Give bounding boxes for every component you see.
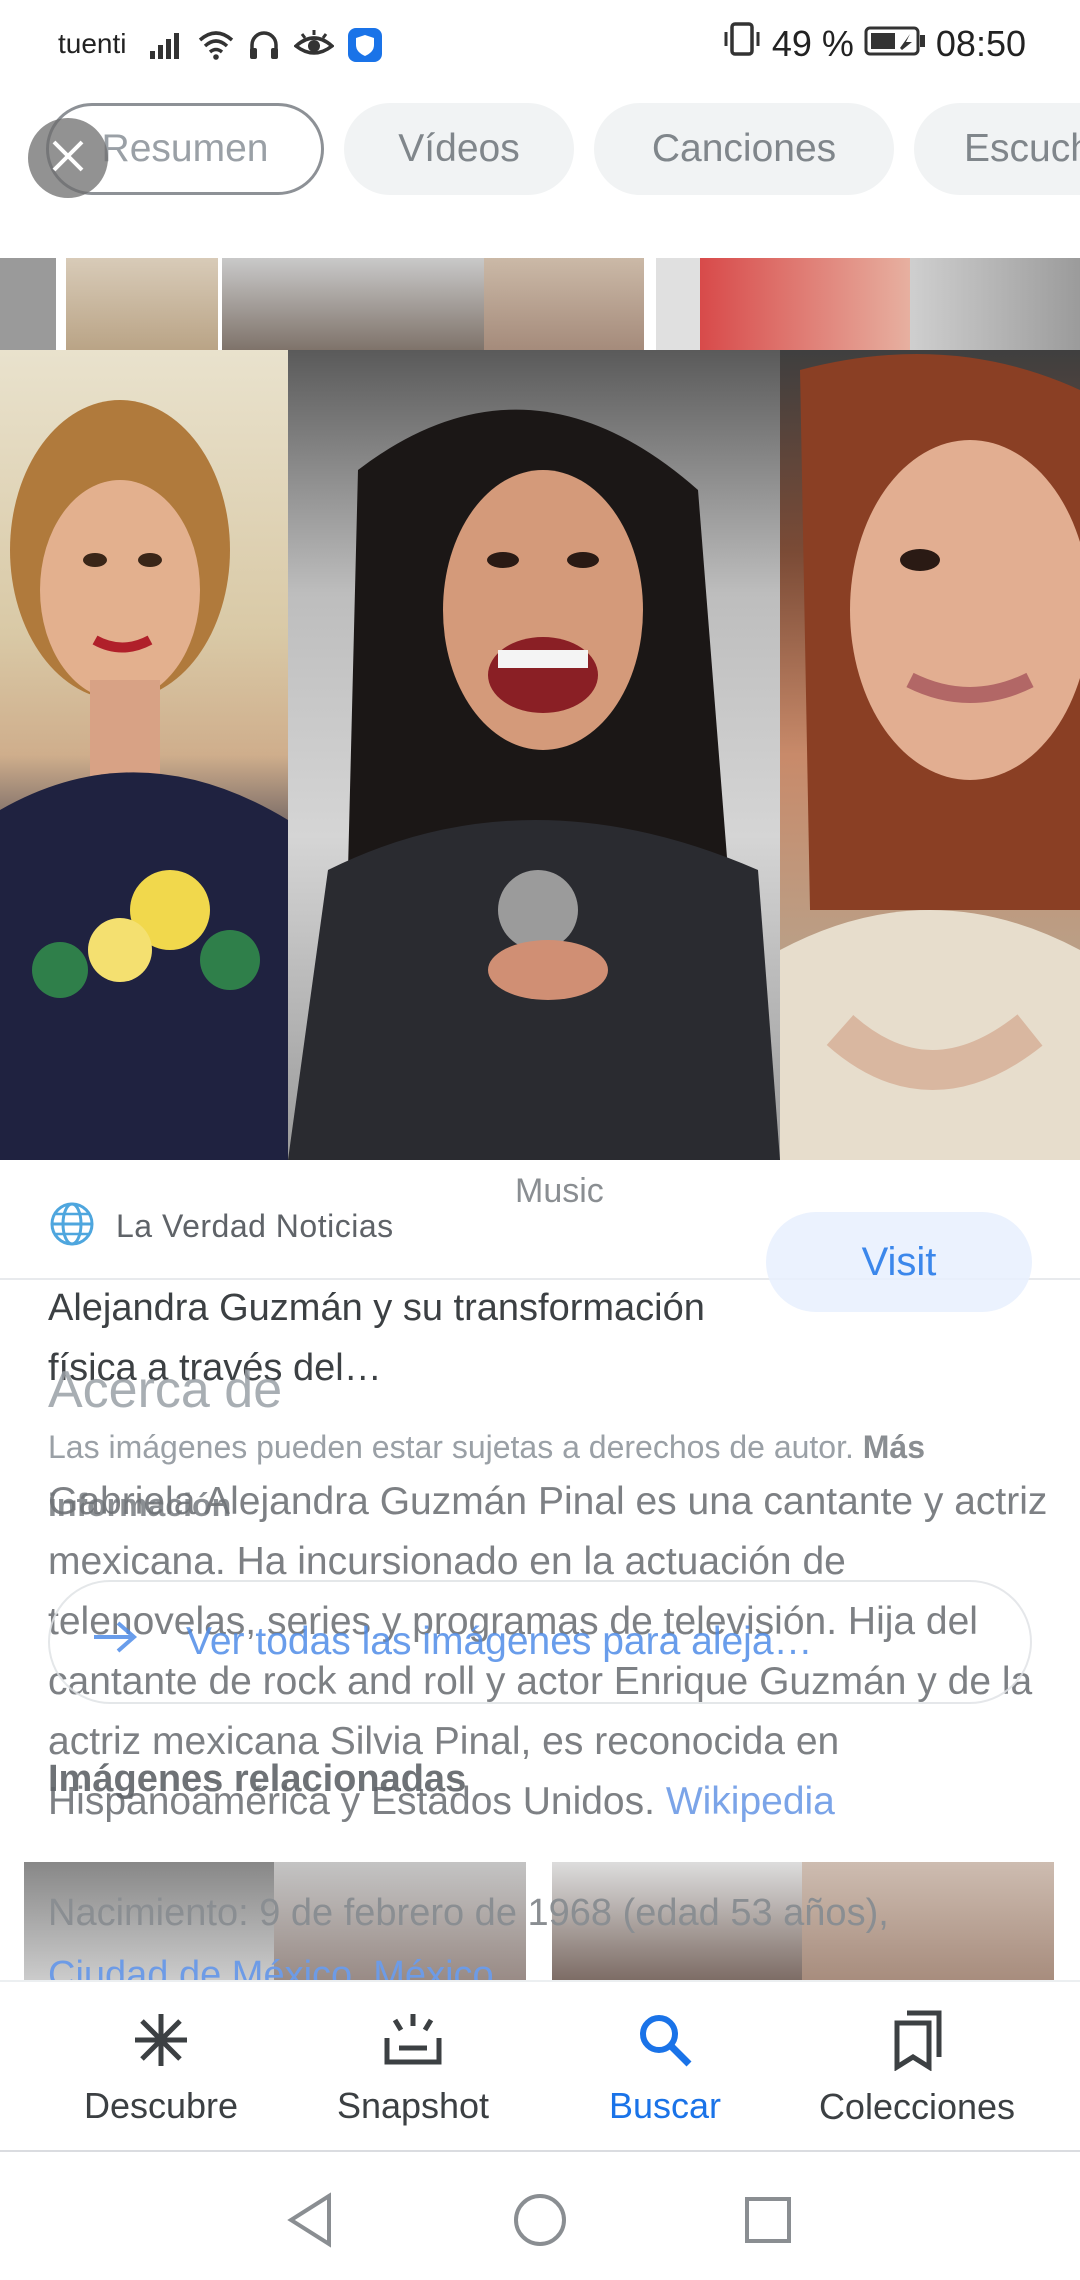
- strip-thumb[interactable]: [910, 258, 1080, 352]
- signal-icon: [150, 31, 184, 64]
- snapshot-icon: [381, 2010, 445, 2075]
- recents-square-icon: [743, 2195, 793, 2250]
- source-name[interactable]: La Verdad Noticias: [116, 1208, 394, 1245]
- bottom-navigation: Descubre Snapshot Buscar Colecciones: [0, 1980, 1080, 2152]
- thumbnail-strip: [0, 258, 1080, 352]
- visit-button[interactable]: Visit: [766, 1212, 1032, 1312]
- category-label: Music: [515, 1172, 604, 1210]
- back-triangle-icon: [285, 2191, 335, 2253]
- home-button[interactable]: [510, 2192, 570, 2252]
- birth-place-link[interactable]: Ciudad de México, México: [48, 1954, 494, 1980]
- carrier-name: tuenti: [58, 28, 127, 59]
- status-bar: tuenti 49 % 08:50: [0, 0, 1080, 92]
- system-navigation-bar: [0, 2154, 1080, 2280]
- see-all-label: Ver todas las imágenes para aleja…: [186, 1620, 813, 1663]
- close-button[interactable]: [28, 118, 108, 198]
- nav-label: Snapshot: [336, 2084, 490, 2126]
- recents-button[interactable]: [738, 2192, 798, 2252]
- strip-thumb[interactable]: [0, 258, 56, 352]
- nav-label: Buscar: [608, 2084, 722, 2126]
- asterisk-icon: [131, 2010, 191, 2075]
- strip-thumb[interactable]: [66, 258, 218, 352]
- chip-canciones[interactable]: Canciones: [594, 103, 894, 195]
- nav-label: Colecciones: [818, 2085, 1016, 2127]
- wikipedia-link[interactable]: Wikipedia: [666, 1780, 835, 1823]
- headphones-icon: [248, 30, 280, 65]
- collections-icon: [889, 2009, 945, 2076]
- birth-info: Nacimiento: 9 de febrero de 1968 (edad 5…: [48, 1882, 1048, 1980]
- nav-descubre[interactable]: Descubre: [26, 1982, 296, 2154]
- nav-buscar[interactable]: Buscar: [530, 1982, 800, 2154]
- see-all-images-button[interactable]: Ver todas las imágenes para aleja…: [48, 1580, 1032, 1704]
- chip-videos[interactable]: Vídeos: [344, 103, 574, 195]
- strip-thumb[interactable]: [222, 258, 484, 352]
- related-images-title: Imágenes relacionadas: [48, 1758, 467, 1800]
- home-circle-icon: [512, 2192, 568, 2253]
- birth-label: Nacimiento:: [48, 1892, 249, 1934]
- vibrate-icon: [722, 22, 762, 65]
- search-icon: [635, 2010, 695, 2075]
- about-heading: Acerca de: [48, 1361, 283, 1419]
- chip-bar: Resumen Vídeos Canciones Escuchar: [0, 100, 1080, 200]
- nav-snapshot[interactable]: Snapshot: [278, 1982, 548, 2154]
- strip-thumb[interactable]: [484, 258, 644, 352]
- battery-percent: 49 %: [771, 22, 854, 64]
- battery-icon: [864, 23, 926, 65]
- arrow-right-icon: [92, 1617, 138, 1667]
- strip-thumb[interactable]: [700, 258, 910, 352]
- gallery-image-center[interactable]: [288, 350, 780, 1160]
- chip-escuchar[interactable]: Escuchar: [914, 103, 1080, 195]
- gallery-image-right[interactable]: [780, 350, 1080, 1160]
- image-gallery: [0, 350, 1080, 1160]
- gallery-image-left[interactable]: [0, 350, 288, 1160]
- eye-comfort-icon: [293, 30, 335, 65]
- birth-value: 9 de febrero de 1968 (edad 53 años),: [259, 1892, 889, 1934]
- copyright-text: Las imágenes pueden estar sujetas a dere…: [48, 1429, 854, 1465]
- shield-app-icon: [348, 28, 382, 67]
- wifi-icon: [198, 30, 234, 65]
- clock: 08:50: [935, 22, 1026, 64]
- close-icon: [49, 137, 87, 180]
- back-button[interactable]: [280, 2191, 340, 2253]
- result-info: Music La Verdad Noticias Visit Alejandra…: [0, 1160, 1080, 1980]
- globe-icon: [48, 1200, 96, 1253]
- nav-label: Descubre: [83, 2084, 239, 2126]
- nav-colecciones[interactable]: Colecciones: [782, 1982, 1052, 2154]
